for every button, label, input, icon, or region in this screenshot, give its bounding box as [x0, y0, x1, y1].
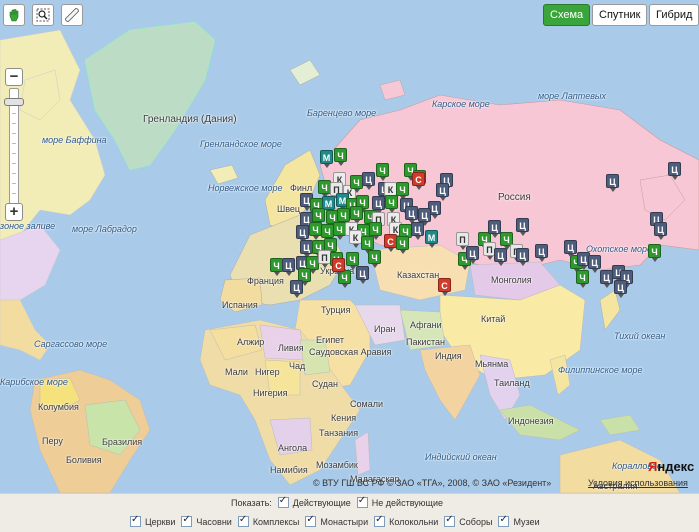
map-marker[interactable]: Ч: [368, 250, 381, 268]
checkbox-complexes-label: Комплексы: [252, 516, 300, 527]
map-base: [0, 21, 699, 493]
map-marker[interactable]: М: [425, 230, 438, 248]
map-marker[interactable]: Ч: [396, 182, 409, 200]
map-marker[interactable]: С: [438, 278, 451, 296]
zoom-tick: [12, 153, 16, 154]
map-marker[interactable]: Ч: [648, 244, 661, 262]
checkbox-bell-towers[interactable]: [374, 514, 386, 527]
checkbox-churches-label: Церкви: [145, 516, 176, 527]
ruler-button[interactable]: [61, 4, 83, 26]
checkbox-cathedrals-label: Соборы: [459, 516, 493, 527]
zoom-tick: [12, 143, 16, 144]
map-marker[interactable]: Ц: [654, 222, 667, 240]
map-marker[interactable]: С: [412, 172, 425, 190]
logo-rest: ндекс: [657, 459, 695, 474]
map-marker[interactable]: Ц: [494, 248, 507, 266]
checkbox-chapels[interactable]: [181, 514, 193, 527]
map-marker[interactable]: Ц: [296, 225, 309, 243]
filter-bar: Показать: Действующие Не действующие Цер…: [0, 493, 699, 532]
checkbox-inactive-label: Не действующие: [371, 497, 443, 508]
checkbox-museums-label: Музеи: [513, 516, 540, 527]
checkbox-complexes[interactable]: [237, 514, 249, 527]
map-marker[interactable]: Ч: [350, 206, 363, 224]
map-marker[interactable]: Ц: [418, 208, 431, 226]
zoom-tick: [12, 123, 16, 124]
map-marker[interactable]: Ц: [372, 196, 385, 214]
checkbox-inactive[interactable]: [356, 495, 368, 508]
map-marker[interactable]: Ц: [356, 266, 369, 284]
map-marker[interactable]: Ч: [369, 222, 382, 240]
zoom-slider-handle[interactable]: [4, 98, 24, 106]
zoom-tick: [12, 193, 16, 194]
map-type-hybrid-button[interactable]: Гибрид: [649, 4, 699, 26]
map-marker[interactable]: М: [320, 150, 333, 168]
checkbox-cathedrals[interactable]: [444, 514, 456, 527]
map-marker[interactable]: Ц: [290, 280, 303, 298]
zoom-tick: [12, 183, 16, 184]
map-marker[interactable]: Ч: [312, 208, 325, 226]
checkbox-museums[interactable]: [498, 514, 510, 527]
map-marker[interactable]: Ч: [334, 148, 347, 166]
terms-link[interactable]: Условия использования: [588, 478, 688, 488]
map-marker[interactable]: Ч: [396, 236, 409, 254]
map-marker[interactable]: Ц: [466, 246, 479, 264]
map-marker[interactable]: Ц: [411, 222, 424, 240]
map-marker[interactable]: С: [332, 258, 345, 276]
zoom-tick: [12, 163, 16, 164]
checkbox-chapels-label: Часовни: [196, 516, 232, 527]
ruler-icon: [65, 8, 79, 22]
map-marker[interactable]: Ц: [668, 162, 681, 180]
map-marker[interactable]: Ц: [516, 248, 529, 266]
hand-tool-button[interactable]: [3, 4, 25, 26]
map-marker[interactable]: Ц: [436, 183, 449, 201]
map-marker[interactable]: Ч: [576, 270, 589, 288]
map-marker[interactable]: Ч: [337, 208, 350, 226]
map-marker[interactable]: Ч: [385, 195, 398, 213]
map-canvas[interactable]: Гренландия (Дания) море Баффина Гренланд…: [0, 0, 699, 493]
zoom-tick: [12, 113, 16, 114]
map-type-scheme-button[interactable]: Схема: [543, 4, 591, 26]
map-marker[interactable]: Ч: [376, 163, 389, 181]
map-marker[interactable]: Ц: [535, 244, 548, 262]
checkbox-monasteries[interactable]: [305, 514, 317, 527]
map-marker[interactable]: Ц: [614, 280, 627, 298]
map-marker[interactable]: Ц: [282, 258, 295, 276]
magnifier-icon: [36, 8, 50, 22]
checkbox-bell-towers-label: Колокольни: [389, 516, 439, 527]
map-marker[interactable]: Ч: [361, 236, 374, 254]
checkbox-monasteries-label: Монастыри: [320, 516, 369, 527]
map-marker[interactable]: Ц: [564, 240, 577, 258]
hand-icon: [9, 9, 19, 22]
zoom-in-button[interactable]: +: [5, 203, 23, 221]
status-filter-row: Показать: Действующие Не действующие: [231, 495, 443, 508]
checkbox-active-label: Действующие: [292, 497, 351, 508]
map-marker[interactable]: Ч: [346, 252, 359, 270]
copyright-text: © ВТУ ГШ ВС РФ © ЗАО «ТГА», 2008, © ЗАО …: [313, 478, 552, 488]
show-label: Показать:: [231, 497, 272, 508]
map-type-satellite-button[interactable]: Спутник: [592, 4, 648, 26]
checkbox-active[interactable]: [277, 495, 289, 508]
map-marker[interactable]: Ц: [362, 172, 375, 190]
map-marker[interactable]: Ц: [516, 218, 529, 236]
map-marker[interactable]: Ц: [405, 206, 418, 224]
zoom-out-button[interactable]: −: [5, 68, 23, 86]
checkbox-churches[interactable]: [130, 514, 141, 527]
map-marker[interactable]: Ц: [588, 255, 601, 273]
map-marker[interactable]: Ц: [606, 174, 619, 192]
type-filter-row: Церкви Часовни Комплексы Монастыри Колок…: [124, 514, 540, 527]
map-marker[interactable]: П: [456, 232, 469, 250]
zoom-area-button[interactable]: [32, 4, 54, 26]
map-marker[interactable]: Ц: [488, 220, 501, 238]
zoom-tick: [12, 133, 16, 134]
zoom-tick: [12, 173, 16, 174]
logo-letter: Я: [648, 459, 658, 474]
yandex-logo[interactable]: Яндекс: [648, 459, 694, 474]
